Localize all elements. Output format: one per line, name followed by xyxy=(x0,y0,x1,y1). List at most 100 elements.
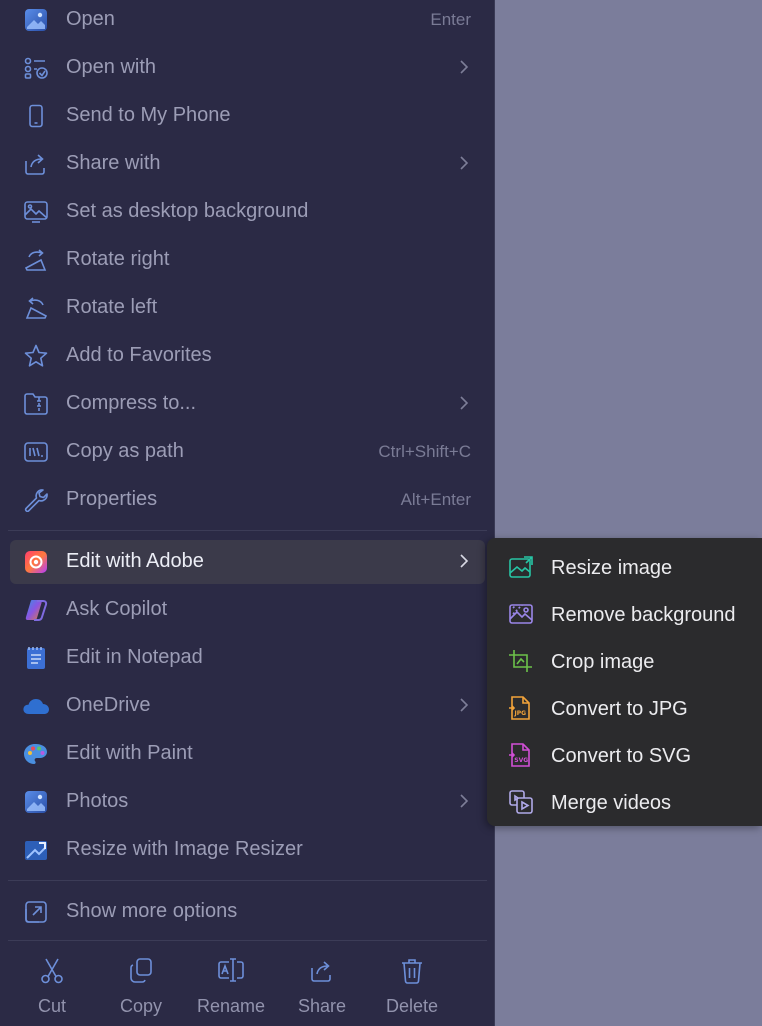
merge-videos-icon xyxy=(507,789,535,815)
copilot-icon xyxy=(22,597,50,623)
submenu-item-label: Remove background xyxy=(551,604,736,626)
menu-item-ask-copilot[interactable]: Ask Copilot xyxy=(10,588,485,632)
paint-icon xyxy=(22,741,50,767)
submenu-item-remove-background[interactable]: Remove background xyxy=(487,589,762,636)
adobe-cc-icon xyxy=(22,549,50,575)
jpg-file-icon: JPG xyxy=(507,695,535,721)
menu-item-copy-as-path[interactable]: Copy as path Ctrl+Shift+C xyxy=(10,430,485,474)
photos-icon xyxy=(22,789,50,815)
scissors-icon xyxy=(37,956,67,986)
menu-item-onedrive[interactable]: OneDrive xyxy=(10,684,485,728)
toolbar-label: Rename xyxy=(196,996,266,1016)
toolbar-label: Delete xyxy=(385,996,439,1016)
resize-image-icon xyxy=(507,554,535,580)
menu-item-rotate-left[interactable]: Rotate left xyxy=(10,286,485,330)
svg-text:JPG: JPG xyxy=(514,710,527,717)
desktop-background-icon xyxy=(22,199,50,225)
menu-item-label: Ask Copilot xyxy=(66,598,168,620)
wrench-icon xyxy=(22,487,50,513)
submenu-item-label: Crop image xyxy=(551,651,655,673)
copy-button[interactable]: Copy xyxy=(96,948,186,1026)
submenu-item-label: Resize image xyxy=(551,557,673,579)
submenu-item-label: Convert to JPG xyxy=(551,698,688,720)
menu-item-compress-to[interactable]: Compress to... xyxy=(10,382,485,426)
menu-item-open[interactable]: Open Enter xyxy=(10,0,485,42)
menu-item-label: Rotate left xyxy=(66,296,158,318)
menu-item-label: Edit in Notepad xyxy=(66,646,203,668)
chevron-right-icon xyxy=(460,698,469,712)
open-with-icon xyxy=(22,55,50,81)
menu-item-open-with[interactable]: Open with xyxy=(10,46,485,90)
share-button[interactable]: Share xyxy=(277,948,367,1026)
menu-item-add-to-favorites[interactable]: Add to Favorites xyxy=(10,334,485,378)
copy-icon xyxy=(126,956,156,986)
menu-separator xyxy=(8,940,487,941)
rename-icon xyxy=(216,956,246,986)
submenu-item-label: Merge videos xyxy=(551,792,672,814)
menu-item-label: Send to My Phone xyxy=(66,104,231,126)
menu-item-label: Compress to... xyxy=(66,392,197,414)
toolbar-label: Share xyxy=(297,996,347,1016)
menu-item-label: Copy as path xyxy=(66,440,184,462)
menu-item-resize-with-image-resizer[interactable]: Resize with Image Resizer xyxy=(10,828,485,872)
menu-item-photos[interactable]: Photos xyxy=(10,780,485,824)
delete-button[interactable]: Delete xyxy=(367,948,457,1026)
menu-item-edit-with-adobe[interactable]: Edit with Adobe xyxy=(10,540,485,584)
menu-item-label: Resize with Image Resizer xyxy=(66,838,303,860)
submenu-item-convert-to-jpg[interactable]: JPG Convert to JPG xyxy=(487,683,762,730)
submenu-item-crop-image[interactable]: Crop image xyxy=(487,636,762,683)
copy-path-icon xyxy=(22,439,50,465)
menu-item-share-with[interactable]: Share with xyxy=(10,142,485,186)
cut-button[interactable]: Cut xyxy=(7,948,97,1026)
submenu-item-convert-to-svg[interactable]: SVG Convert to SVG xyxy=(487,730,762,777)
menu-separator xyxy=(8,880,487,881)
menu-item-label: Edit with Adobe xyxy=(66,550,204,572)
rotate-right-icon xyxy=(22,247,50,273)
menu-item-label: Rotate right xyxy=(66,248,170,270)
context-menu: Open Enter Open with Send to My Phone Sh… xyxy=(0,0,495,1026)
shortcut-label: Ctrl+Shift+C xyxy=(378,442,471,461)
image-resizer-icon xyxy=(22,837,50,863)
menu-item-label: Set as desktop background xyxy=(66,200,309,222)
submenu-item-label: Convert to SVG xyxy=(551,745,692,767)
menu-item-edit-in-notepad[interactable]: Edit in Notepad xyxy=(10,636,485,680)
menu-item-label: Photos xyxy=(66,790,129,812)
chevron-right-icon xyxy=(460,156,469,170)
rename-button[interactable]: Rename xyxy=(186,948,276,1026)
menu-item-set-desktop-background[interactable]: Set as desktop background xyxy=(10,190,485,234)
menu-item-show-more-options[interactable]: Show more options xyxy=(10,890,485,934)
menu-item-edit-with-paint[interactable]: Edit with Paint xyxy=(10,732,485,776)
menu-item-label: Edit with Paint xyxy=(66,742,193,764)
toolbar-label: Copy xyxy=(119,996,163,1016)
toolbar-label: Cut xyxy=(37,996,66,1016)
rotate-left-icon xyxy=(22,295,50,321)
menu-item-rotate-right[interactable]: Rotate right xyxy=(10,238,485,282)
share-icon xyxy=(22,151,50,177)
crop-icon xyxy=(507,648,535,674)
notepad-icon xyxy=(22,645,50,671)
shortcut-label: Enter xyxy=(430,10,471,29)
trash-icon xyxy=(397,956,427,986)
menu-item-send-to-phone[interactable]: Send to My Phone xyxy=(10,94,485,138)
svg-file-icon: SVG xyxy=(507,742,535,768)
menu-separator xyxy=(8,530,487,531)
menu-item-label: Properties xyxy=(66,488,158,510)
phone-icon xyxy=(22,103,50,129)
menu-item-label: OneDrive xyxy=(66,694,151,716)
show-more-icon xyxy=(22,899,50,925)
submenu-item-merge-videos[interactable]: Merge videos xyxy=(487,777,762,824)
submenu-item-resize-image[interactable]: Resize image xyxy=(487,542,762,589)
menu-item-label: Add to Favorites xyxy=(66,344,212,366)
onedrive-icon xyxy=(22,693,50,719)
chevron-right-icon xyxy=(460,794,469,808)
photos-icon xyxy=(22,7,50,33)
chevron-right-icon xyxy=(460,396,469,410)
adobe-submenu: Resize image Remove background Crop imag… xyxy=(487,538,762,826)
menu-item-label: Open xyxy=(66,8,115,30)
svg-text:SVG: SVG xyxy=(514,757,528,764)
quick-actions-toolbar: Cut Copy Rename Share Delete xyxy=(0,948,495,1026)
menu-item-label: Open with xyxy=(66,56,157,78)
shortcut-label: Alt+Enter xyxy=(400,490,471,509)
menu-item-properties[interactable]: Properties Alt+Enter xyxy=(10,478,485,522)
chevron-right-icon xyxy=(460,60,469,74)
